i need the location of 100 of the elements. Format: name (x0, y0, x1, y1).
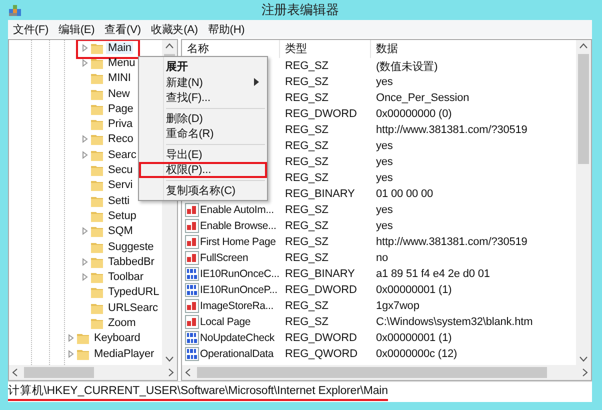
tree-item[interactable]: Toolbar (106, 271, 146, 284)
value-name[interactable]: ImageStoreRa... (200, 300, 274, 312)
value-data: Once_Per_Session (375, 92, 470, 104)
tree-item[interactable]: TypedURL (106, 286, 162, 298)
tree-item[interactable]: Setti (106, 194, 132, 207)
tree-item[interactable]: TabbedBr (106, 256, 156, 268)
tree-item[interactable]: Suggeste (106, 240, 156, 252)
value-type: REG_SZ (284, 92, 330, 104)
tree-item[interactable]: MINI (106, 72, 133, 84)
value-type: REG_SZ (284, 60, 330, 72)
expand-icon[interactable] (81, 273, 89, 282)
window-title: 注册表编辑器 (261, 1, 339, 19)
value-data: 0x00000001 (1) (375, 284, 453, 296)
value-name[interactable]: Enable Browse... (200, 220, 276, 232)
value-name[interactable]: First Home Page (200, 236, 276, 248)
tree-item[interactable]: New (106, 88, 132, 100)
value-name[interactable]: Enable AutoIm... (200, 204, 274, 216)
value-type: REG_DWORD (284, 332, 358, 344)
value-data: yes (375, 140, 394, 152)
tree-item[interactable]: Keyboard (92, 332, 142, 344)
string-value-icon (185, 299, 199, 313)
context-menu-item[interactable]: 复制项名称(C) (139, 182, 267, 198)
binary-value-icon (185, 331, 199, 345)
tree-item[interactable]: URLSearc (106, 302, 160, 314)
value-data: 0x00000000 (0) (375, 108, 453, 120)
menu-bar-item[interactable]: 收藏夹(A) (148, 22, 205, 36)
expand-icon[interactable] (81, 227, 89, 236)
expand-icon[interactable] (81, 58, 89, 67)
value-type: REG_SZ (284, 252, 330, 264)
registry-icon (8, 3, 22, 17)
context-menu-item[interactable]: 展开 (139, 59, 267, 74)
value-data: yes (375, 172, 394, 184)
value-name[interactable]: OperationalData (200, 348, 274, 360)
value-data: yes (375, 204, 394, 216)
status-path: 计算机\HKEY_CURRENT_USER\Software\Microsoft\Internet Explorer\Main (8, 383, 388, 401)
value-type: REG_SZ (284, 236, 330, 248)
tree-item[interactable]: Page (106, 102, 136, 115)
scrollbar[interactable] (576, 40, 591, 365)
value-data: yes (375, 156, 394, 168)
value-type: REG_SZ (284, 316, 330, 328)
value-type: REG_SZ (284, 220, 330, 232)
scrollbar[interactable] (9, 365, 177, 380)
value-type: REG_SZ (284, 300, 330, 312)
tree-item[interactable]: Zoom (106, 316, 138, 329)
value-type: REG_BINARY (284, 268, 356, 280)
menu-bar-item[interactable]: 文件(F) (10, 22, 56, 36)
tree-item[interactable]: Priva (106, 118, 135, 130)
value-type: REG_SZ (284, 172, 330, 184)
tree-item[interactable]: SQM (106, 225, 135, 238)
tree-item[interactable]: Searc (106, 148, 138, 161)
value-type: REG_SZ (284, 140, 330, 152)
tree-item[interactable]: Secu (106, 164, 135, 176)
binary-value-icon (185, 347, 199, 361)
tree-item[interactable]: Servi (106, 179, 135, 192)
value-data: 01 00 00 00 (375, 188, 434, 200)
value-data: yes (375, 220, 394, 232)
string-value-icon (185, 235, 199, 249)
context-menu-item[interactable]: 查找(F)... (139, 90, 267, 106)
tree-item[interactable]: Main (106, 42, 134, 54)
value-data: a1 89 51 f4 e4 2e d0 01 (375, 268, 491, 280)
tree-item[interactable]: Reco (106, 133, 136, 146)
expand-icon[interactable] (81, 44, 89, 52)
value-type: REG_BINARY (284, 188, 356, 200)
folder-icon (76, 331, 90, 346)
value-name[interactable]: NoUpdateCheck (200, 332, 274, 344)
menu-bar-item[interactable]: 查看(V) (102, 22, 148, 36)
expand-icon[interactable] (67, 334, 75, 342)
column-header[interactable]: 类型 (280, 40, 371, 58)
value-type: REG_SZ (284, 124, 330, 136)
value-type: REG_SZ (284, 76, 330, 88)
string-value-icon (185, 219, 199, 233)
tree-item[interactable]: MediaPlayer (92, 348, 156, 360)
menu-bar-item[interactable]: 帮助(H) (204, 22, 252, 36)
value-type: REG_QWORD (284, 348, 358, 360)
expand-icon[interactable] (67, 350, 75, 358)
value-name[interactable]: Local Page (200, 316, 251, 328)
value-data: (数值未设置) (375, 60, 439, 74)
column-header[interactable]: 数据 (371, 40, 576, 58)
context-menu-item[interactable]: 导出(E) (139, 146, 267, 162)
expand-icon[interactable] (81, 150, 89, 159)
expand-icon[interactable] (81, 135, 89, 144)
value-type: REG_SZ (284, 204, 330, 216)
expand-icon[interactable] (81, 258, 89, 266)
menu-bar-item[interactable]: 编辑(E) (56, 22, 102, 36)
value-data: http://www.381381.com/?30519 (375, 124, 528, 136)
value-name[interactable]: FullScreen (200, 252, 248, 264)
folder-icon (90, 71, 104, 86)
tree-item[interactable]: Setup (106, 210, 138, 222)
context-menu-item[interactable]: 权限(P)... (139, 162, 267, 178)
tree-item[interactable]: Menu (106, 56, 138, 69)
context-menu-item[interactable]: 重命名(R) (139, 126, 267, 142)
string-value-icon (185, 315, 199, 329)
context-menu-item[interactable]: 删除(D) (139, 110, 267, 126)
value-name[interactable]: IE10RunOnceC... (200, 268, 280, 280)
value-data: no (375, 252, 390, 264)
context-menu-item[interactable]: 新建(N) (139, 74, 267, 90)
value-type: REG_DWORD (284, 108, 358, 120)
value-data: 0x00000001 (1) (375, 332, 453, 344)
scrollbar[interactable] (182, 365, 591, 380)
value-name[interactable]: IE10RunOnceP... (200, 284, 278, 296)
